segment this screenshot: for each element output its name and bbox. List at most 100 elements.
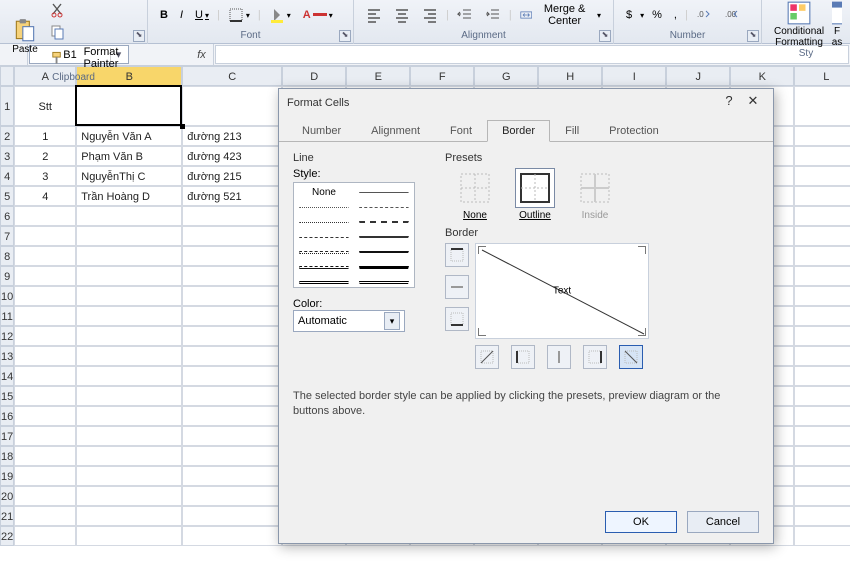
row-header[interactable]: 21 — [0, 506, 14, 526]
cell[interactable] — [794, 186, 850, 206]
align-center-button[interactable] — [390, 5, 414, 25]
cell[interactable]: đường 521 — [182, 186, 282, 206]
column-header[interactable]: G — [474, 66, 538, 86]
bold-button[interactable]: B — [156, 7, 172, 23]
line-style-option[interactable] — [296, 230, 352, 245]
dialog-help-button[interactable]: ? — [717, 93, 741, 113]
cell[interactable] — [794, 386, 850, 406]
cell[interactable] — [76, 426, 182, 446]
increase-decimal-button[interactable]: .0 — [692, 5, 716, 25]
cell[interactable] — [182, 226, 282, 246]
cell[interactable] — [14, 446, 76, 466]
column-header[interactable]: L — [794, 66, 850, 86]
cell[interactable] — [794, 486, 850, 506]
cell[interactable]: đường 213 — [182, 126, 282, 146]
border-diag-up-button[interactable] — [475, 345, 499, 369]
cell[interactable] — [794, 366, 850, 386]
column-header[interactable]: H — [538, 66, 602, 86]
cell[interactable] — [14, 326, 76, 346]
column-header[interactable]: C — [182, 66, 282, 86]
cell[interactable] — [14, 306, 76, 326]
row-header[interactable]: 22 — [0, 526, 14, 546]
ok-button[interactable]: OK — [605, 511, 677, 533]
row-header[interactable]: 12 — [0, 326, 14, 346]
cell[interactable] — [76, 526, 182, 546]
alignment-dialog-launcher[interactable]: ⬊ — [599, 30, 611, 42]
tab-protection[interactable]: Protection — [594, 120, 674, 142]
cell[interactable] — [76, 266, 182, 286]
row-header[interactable]: 14 — [0, 366, 14, 386]
column-header[interactable]: D — [282, 66, 346, 86]
cell[interactable]: Stt — [14, 86, 76, 126]
row-header[interactable]: 1 — [0, 86, 14, 126]
line-style-option[interactable] — [356, 200, 412, 215]
cell[interactable]: 1 — [14, 126, 76, 146]
row-header[interactable]: 3 — [0, 146, 14, 166]
currency-button[interactable]: $ — [622, 7, 636, 23]
cell[interactable]: Phạm Văn B — [76, 146, 182, 166]
cell[interactable] — [76, 366, 182, 386]
cell[interactable]: đường 423 — [182, 146, 282, 166]
cell[interactable] — [14, 466, 76, 486]
decrease-indent-button[interactable] — [453, 5, 477, 25]
row-header[interactable]: 13 — [0, 346, 14, 366]
preset-none[interactable]: None — [455, 168, 495, 221]
cell[interactable] — [794, 226, 850, 246]
font-dialog-launcher[interactable]: ⬊ — [339, 30, 351, 42]
fx-button[interactable]: fx — [190, 44, 214, 65]
cell[interactable]: NguyễnThị C — [76, 166, 182, 186]
cell[interactable] — [794, 346, 850, 366]
line-style-option[interactable] — [356, 185, 412, 200]
cell[interactable] — [76, 446, 182, 466]
cell[interactable] — [794, 206, 850, 226]
line-style-option[interactable] — [296, 275, 352, 290]
line-style-option[interactable] — [356, 260, 412, 275]
cell[interactable] — [182, 326, 282, 346]
border-button[interactable]: ▾ — [224, 5, 254, 25]
cell[interactable]: 3 — [14, 166, 76, 186]
cell[interactable] — [76, 306, 182, 326]
row-header[interactable]: 16 — [0, 406, 14, 426]
cell[interactable] — [182, 266, 282, 286]
cell[interactable] — [14, 486, 76, 506]
row-header[interactable]: 7 — [0, 226, 14, 246]
border-bottom-button[interactable] — [445, 307, 469, 331]
cell[interactable] — [182, 406, 282, 426]
cell[interactable] — [794, 86, 850, 126]
cell[interactable] — [794, 426, 850, 446]
cell[interactable] — [794, 406, 850, 426]
cell[interactable] — [76, 206, 182, 226]
cell[interactable] — [182, 526, 282, 546]
line-style-option[interactable] — [356, 215, 412, 230]
cell[interactable]: Nguyễn Văn A — [76, 126, 182, 146]
cell[interactable] — [182, 386, 282, 406]
cell[interactable] — [182, 446, 282, 466]
row-header[interactable]: 8 — [0, 246, 14, 266]
tab-fill[interactable]: Fill — [550, 120, 594, 142]
row-header[interactable]: 2 — [0, 126, 14, 146]
cell[interactable] — [794, 526, 850, 546]
cell[interactable] — [76, 346, 182, 366]
cell[interactable] — [182, 246, 282, 266]
cut-button[interactable] — [46, 0, 139, 20]
row-header[interactable]: 9 — [0, 266, 14, 286]
tab-number[interactable]: Number — [287, 120, 356, 142]
line-style-option[interactable] — [356, 245, 412, 260]
decrease-decimal-button[interactable]: .00 — [720, 5, 744, 25]
preset-inside[interactable]: Inside — [575, 168, 615, 221]
border-left-button[interactable] — [511, 345, 535, 369]
line-style-option[interactable] — [296, 215, 352, 230]
formula-input[interactable] — [215, 45, 849, 64]
cell[interactable] — [76, 466, 182, 486]
cell[interactable] — [76, 326, 182, 346]
cell[interactable] — [794, 306, 850, 326]
cell[interactable] — [794, 466, 850, 486]
border-diag-down-button[interactable] — [619, 345, 643, 369]
cell[interactable] — [14, 346, 76, 366]
cell[interactable] — [182, 506, 282, 526]
cell[interactable] — [182, 86, 282, 126]
tab-alignment[interactable]: Alignment — [356, 120, 435, 142]
cell[interactable] — [76, 226, 182, 246]
row-header[interactable]: 19 — [0, 466, 14, 486]
cell[interactable] — [794, 146, 850, 166]
